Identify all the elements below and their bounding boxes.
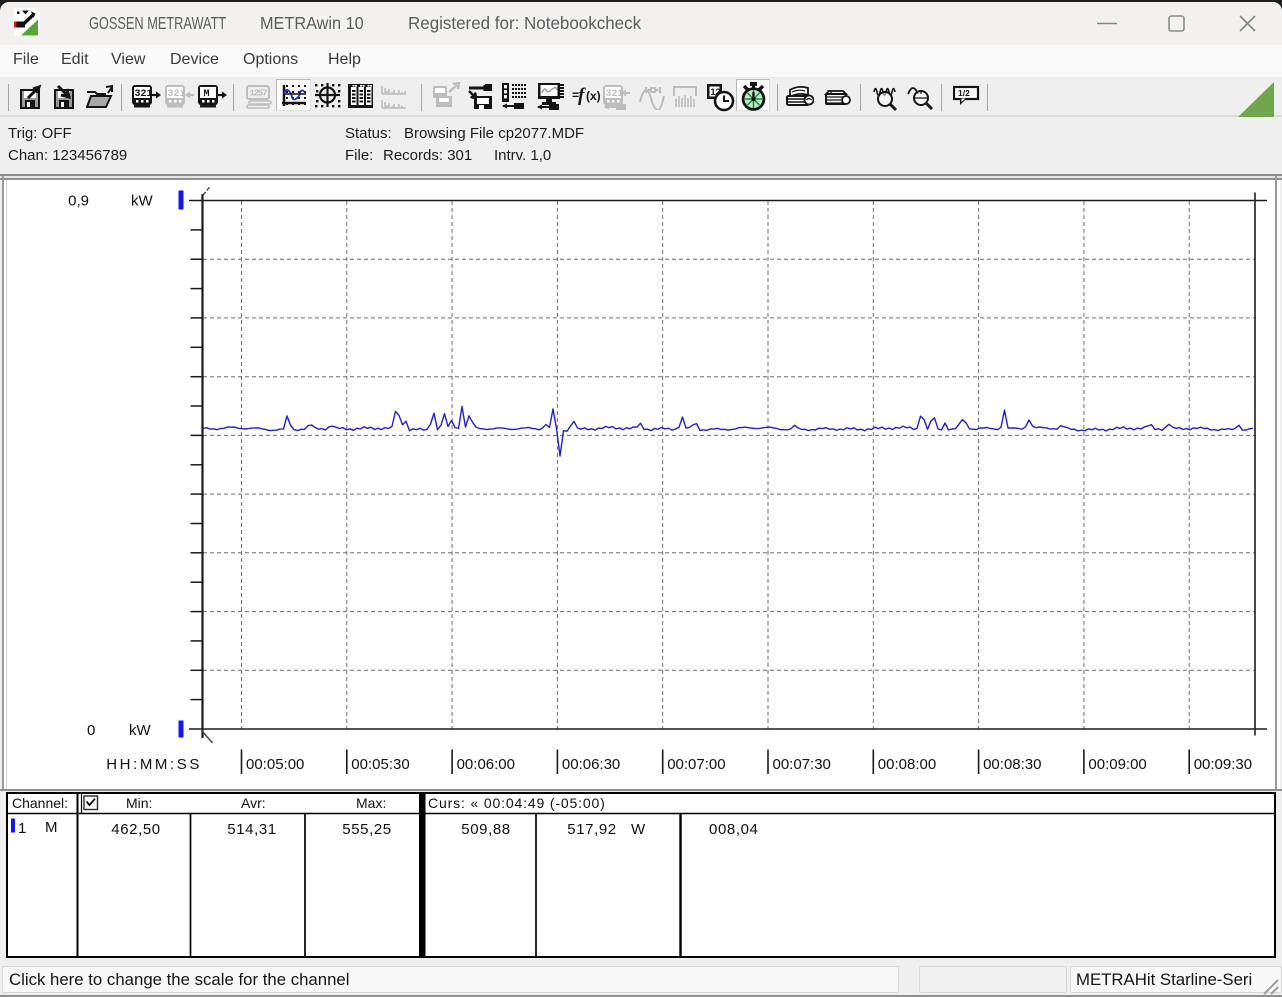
svg-text:1: 1 — [18, 820, 27, 837]
svg-text:514,31: 514,31 — [227, 821, 276, 838]
svg-text:462,50: 462,50 — [111, 821, 160, 838]
svg-text:Avr:: Avr: — [241, 795, 266, 811]
svg-text:W: W — [631, 821, 646, 838]
svg-text:555,25: 555,25 — [342, 821, 391, 838]
svg-text:509,88: 509,88 — [461, 821, 510, 838]
svg-text:008,04: 008,04 — [709, 821, 758, 838]
svg-text:517,92: 517,92 — [567, 821, 616, 838]
svg-text:Max:: Max: — [356, 795, 386, 811]
svg-text:M: M — [45, 819, 58, 836]
svg-text:Min:: Min: — [126, 795, 152, 811]
svg-text:Channel:: Channel: — [12, 795, 68, 811]
svg-text:Curs: « 00:04:49 (-05:00): Curs: « 00:04:49 (-05:00) — [428, 795, 606, 811]
